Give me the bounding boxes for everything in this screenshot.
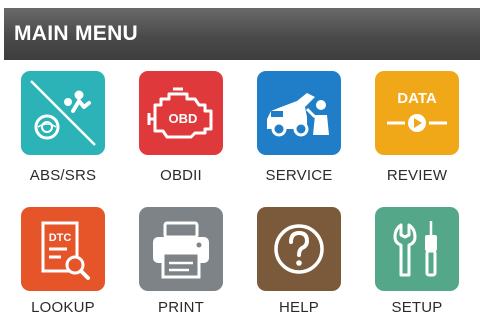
menu-item-abs-srs[interactable]: ABS/SRS [7, 71, 119, 199]
menu-item-help[interactable]: HELP [243, 207, 355, 335]
car-mechanic-icon [257, 71, 341, 155]
main-menu-screen: MAIN MENU ABS/SRS OBD OBDII SERVICE DATA… [4, 0, 480, 326]
menu-grid: ABS/SRS OBD OBDII SERVICE DATA REVIEW DT… [4, 60, 480, 326]
menu-item-label: REVIEW [386, 167, 448, 184]
menu-item-label: HELP [279, 299, 319, 316]
engine-obd-icon: OBD [139, 71, 223, 155]
menu-item-label: ABS/SRS [29, 167, 97, 184]
menu-item-print[interactable]: PRINT [125, 207, 237, 335]
menu-item-setup[interactable]: SETUP [361, 207, 473, 335]
menu-item-label: OBDII [160, 167, 202, 184]
menu-item-label: PRINT [158, 299, 204, 316]
question-icon [257, 207, 341, 291]
svg-text:OBD: OBD [169, 111, 198, 126]
printer-icon [139, 207, 223, 291]
data-play-icon: DATA [375, 71, 459, 155]
dtc-icon-text: DTC [49, 232, 72, 244]
header-bar: MAIN MENU [4, 8, 480, 60]
menu-item-label: SERVICE [265, 167, 333, 184]
menu-item-obdii[interactable]: OBD OBDII [125, 71, 237, 199]
page-title: MAIN MENU [14, 22, 139, 45]
tools-icon [375, 207, 459, 291]
dtc-search-icon: DTC [21, 207, 105, 291]
menu-item-label: LOOKUP [31, 299, 95, 316]
data-icon-text: DATA [397, 90, 437, 107]
menu-item-service[interactable]: SERVICE [243, 71, 355, 199]
menu-item-lookup[interactable]: DTC LOOKUP [7, 207, 119, 335]
menu-item-review[interactable]: DATA REVIEW [361, 71, 473, 199]
menu-item-label: SETUP [391, 299, 443, 316]
abs-srs-icon [21, 71, 105, 155]
